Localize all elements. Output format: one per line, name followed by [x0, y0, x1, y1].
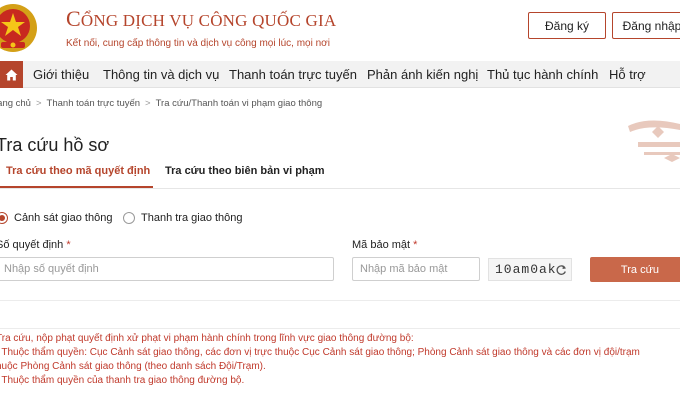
nav-item-thu-tuc[interactable]: Thủ tục hành chính	[487, 61, 598, 88]
site-title-rest: ỔNG DỊCH VỤ CÔNG QUỐC GIA	[80, 11, 337, 30]
note-line: . Thuộc thẩm quyền: Cục Cảnh sát giao th…	[0, 347, 640, 358]
decision-number-input[interactable]	[0, 257, 334, 281]
security-code-label-text: Mã bảo mật	[352, 239, 411, 251]
chevron-right-icon: >	[145, 98, 151, 109]
note-line: . Thuộc thẩm quyền của thanh tra giao th…	[0, 375, 245, 386]
section-divider	[0, 328, 680, 329]
note-line: Tra cứu, nộp phạt quyết định xử phạt vi …	[0, 333, 414, 344]
security-code-input[interactable]	[352, 257, 480, 281]
breadcrumb-current: Tra cứu/Thanh toán vi phạm giao thông	[155, 98, 323, 109]
radio-unchecked-icon[interactable]	[123, 212, 135, 224]
decision-number-label: Số quyết định *	[0, 239, 71, 251]
site-header: CỔNG DỊCH VỤ CÔNG QUỐC GIA Kết nối, cung…	[0, 0, 680, 60]
site-title[interactable]: CỔNG DỊCH VỤ CÔNG QUỐC GIA	[66, 6, 336, 32]
notes-block: Tra cứu, nộp phạt quyết định xử phạt vi …	[0, 332, 680, 388]
section-divider	[0, 300, 680, 301]
nav-item-gioi-thieu[interactable]: Giới thiệu	[33, 61, 89, 88]
drum-motif-decoration	[628, 120, 680, 162]
site-title-initial: C	[66, 6, 81, 31]
required-mark: *	[66, 239, 71, 251]
nav-item-phan-anh[interactable]: Phản ánh kiến nghị	[367, 61, 478, 88]
nav-home-button[interactable]	[0, 61, 23, 88]
radio-checked-icon[interactable]	[0, 212, 8, 224]
site-tagline: Kết nối, cung cấp thông tin và dịch vụ c…	[66, 38, 330, 49]
national-emblem-icon[interactable]	[0, 2, 40, 54]
home-icon	[5, 69, 18, 80]
register-button[interactable]: Đăng ký	[528, 12, 606, 39]
tabs-divider	[0, 188, 680, 189]
note-line: huộc Phòng Cảnh sát giao thông (theo dan…	[0, 361, 266, 372]
breadcrumb-home[interactable]: rang chủ	[0, 98, 31, 109]
tab-violation-record[interactable]: Tra cứu theo biên bản vi phạm	[165, 165, 325, 177]
main-nav: Giới thiệu Thông tin và dịch vụ Thanh to…	[0, 61, 680, 88]
required-mark: *	[413, 239, 418, 251]
captcha-image: 10am0ak	[488, 258, 572, 281]
chevron-right-icon: >	[35, 98, 42, 109]
nav-item-thanh-toan[interactable]: Thanh toán trực tuyến	[229, 61, 357, 88]
nav-item-ho-tro[interactable]: Hỗ trợ	[609, 61, 646, 88]
radio-traffic-police-label: Cảnh sát giao thông	[14, 212, 113, 224]
refresh-icon[interactable]	[555, 264, 567, 276]
decision-number-label-text: Số quyết định	[0, 239, 64, 251]
nav-item-thong-tin-dich-vu[interactable]: Thông tin và dịch vụ	[103, 61, 219, 88]
radio-traffic-police[interactable]: Cảnh sát giao thông	[0, 212, 112, 224]
tab-decision-number[interactable]: Tra cứu theo mã quyết định	[6, 165, 150, 177]
search-button[interactable]: Tra cứu	[590, 257, 680, 282]
captcha-text: 10am0ak	[495, 262, 557, 277]
page-title: Tra cứu hồ sơ	[0, 135, 110, 155]
breadcrumb-payment[interactable]: Thanh toán trực tuyến	[47, 98, 141, 109]
login-button[interactable]: Đăng nhập	[612, 12, 680, 39]
breadcrumb: rang chủ > Thanh toán trực tuyến > Tra cứu/T…	[0, 98, 322, 109]
security-code-label: Mã bảo mật *	[352, 239, 417, 251]
radio-traffic-inspection-label: Thanh tra giao thông	[141, 212, 243, 224]
radio-traffic-inspection[interactable]: Thanh tra giao thông	[123, 212, 243, 224]
